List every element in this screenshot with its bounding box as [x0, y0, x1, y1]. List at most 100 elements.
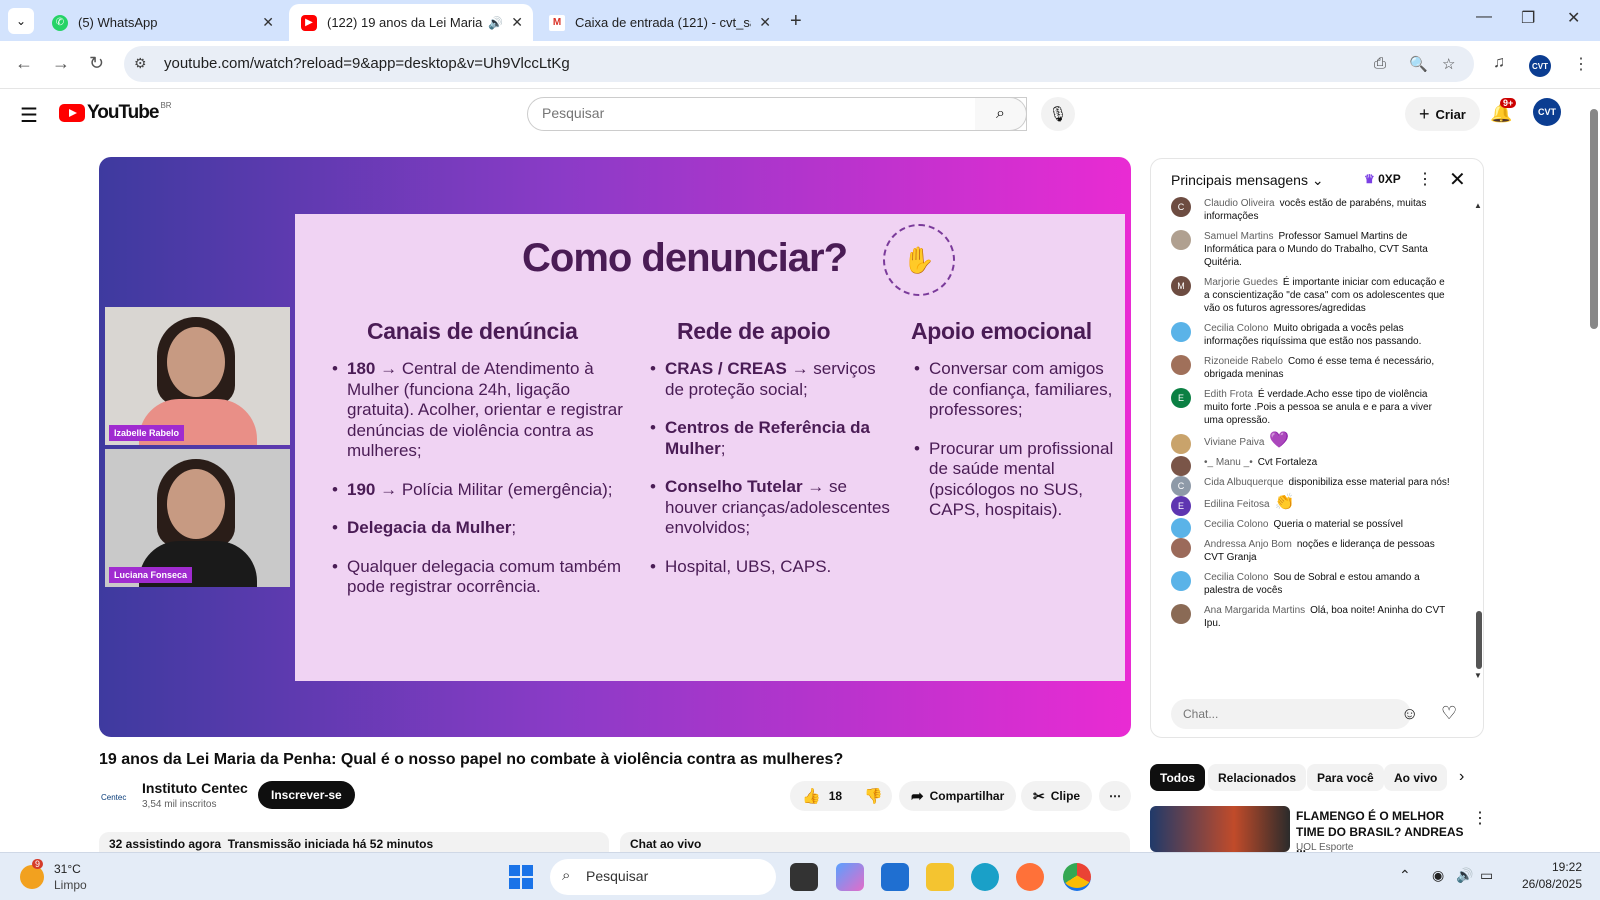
address-bar[interactable]: ⚙ youtube.com/watch?reload=9&app=desktop… [124, 46, 1474, 82]
minimize-icon[interactable]: — [1476, 8, 1492, 26]
chat-mode-dropdown[interactable]: Principais mensagens ⌄ [1171, 172, 1324, 189]
search-box[interactable]: ⌨ [527, 97, 1027, 131]
close-chat-icon[interactable]: ✕ [1449, 167, 1466, 192]
store-icon[interactable] [881, 863, 909, 891]
video-player[interactable]: Como denunciar? ✋ Canais de denúncia 180… [99, 157, 1131, 737]
close-window-icon[interactable]: ✕ [1567, 8, 1580, 28]
chat-message[interactable]: C Cida Albuquerque disponibiliza esse mate… [1151, 476, 1451, 496]
emoji-icon[interactable]: ☺ [1401, 704, 1418, 724]
message-author[interactable]: Samuel Martins [1204, 231, 1273, 242]
chrome-icon[interactable] [1063, 863, 1091, 891]
tray-chevron-icon[interactable]: ⌃ [1399, 867, 1411, 884]
chat-message[interactable]: Cecilia Colono Muito obrigada a vocês pel… [1151, 322, 1451, 348]
message-author[interactable]: Claudio Oliveira [1204, 198, 1275, 209]
back-icon[interactable]: ← [15, 53, 33, 74]
search-button[interactable]: ⌕ [975, 97, 1027, 131]
video-thumbnail[interactable] [1150, 806, 1290, 852]
restore-icon[interactable]: ❐ [1521, 8, 1535, 28]
tab-whatsapp[interactable]: ✆ (5) WhatsApp ✕ [40, 4, 284, 41]
author-avatar[interactable]: E [1171, 496, 1191, 516]
heart-icon[interactable]: ♡ [1441, 703, 1457, 724]
live-chat-replay-box[interactable]: Chat ao vivo [620, 832, 1130, 854]
chat-message[interactable]: E Edith Frota É verdade.Acho esse tipo de … [1151, 388, 1451, 427]
message-author[interactable]: Edilina Feitosa [1204, 499, 1270, 510]
chat-message[interactable]: E Edilina Feitosa 👏 [1151, 495, 1451, 516]
chip-todos[interactable]: Todos [1150, 764, 1206, 791]
chat-message[interactable]: M Marjorie Guedes É importante iniciar com… [1151, 276, 1451, 315]
author-avatar[interactable] [1171, 604, 1191, 624]
close-tab-icon[interactable]: ✕ [262, 14, 274, 31]
youtube-logo[interactable]: YouTube BR [59, 101, 172, 124]
author-avatar[interactable]: E [1171, 388, 1191, 408]
account-avatar[interactable]: CVT [1533, 98, 1561, 126]
chat-options-icon[interactable]: ⋮ [1417, 169, 1433, 189]
profile-avatar[interactable]: CVT [1529, 55, 1551, 77]
message-author[interactable]: •_ Manu _• [1204, 457, 1253, 468]
install-app-icon[interactable]: ⎙ [1374, 55, 1386, 72]
windows-start-icon[interactable] [509, 865, 533, 889]
search-input[interactable] [542, 105, 922, 121]
chat-scrollbar[interactable]: ▲ ▼ [1474, 199, 1483, 685]
speaker-icon[interactable]: 🔊 [488, 16, 503, 30]
chat-message[interactable]: •_ Manu _• Cvt Fortaleza [1151, 456, 1451, 476]
task-view-icon[interactable] [790, 863, 818, 891]
author-avatar[interactable] [1171, 355, 1191, 375]
message-author[interactable]: Marjorie Guedes [1204, 277, 1278, 288]
firefox-icon[interactable] [1016, 863, 1044, 891]
channel-name[interactable]: Instituto Centec [142, 780, 248, 796]
recommended-video[interactable]: FLAMENGO É O MELHOR TIME DO BRASIL? ANDR… [1150, 806, 1488, 855]
chat-message[interactable]: Cecilia Colono Queria o material se possí… [1151, 518, 1451, 538]
tab-search-chevron-icon[interactable]: ⌄ [8, 8, 34, 34]
author-avatar[interactable] [1171, 571, 1191, 591]
subscribe-button[interactable]: Inscrever-se [258, 781, 355, 809]
wifi-icon[interactable]: ◉ [1432, 867, 1444, 884]
chip-relacionados[interactable]: Relacionados [1208, 764, 1307, 791]
author-avatar[interactable]: C [1171, 197, 1191, 217]
new-tab-icon[interactable]: + [790, 10, 802, 33]
author-avatar[interactable] [1171, 230, 1191, 250]
scroll-down-icon[interactable]: ▼ [1474, 671, 1482, 680]
zoom-icon[interactable]: 🔍 [1409, 55, 1428, 73]
author-avatar[interactable] [1171, 434, 1191, 454]
bookmark-star-icon[interactable]: ☆ [1442, 55, 1455, 73]
message-author[interactable]: Cecilia Colono [1204, 323, 1268, 334]
scroll-up-icon[interactable]: ▲ [1474, 201, 1482, 210]
message-author[interactable]: Andressa Anjo Bom [1204, 539, 1292, 550]
thumbs-up-icon[interactable]: 👍 [802, 787, 821, 805]
author-avatar[interactable]: C [1171, 476, 1191, 496]
weather-widget[interactable]: 9 31°C Limpo [20, 859, 110, 895]
more-vertical-icon[interactable]: ⋮ [1472, 808, 1488, 828]
author-avatar[interactable] [1171, 538, 1191, 558]
media-control-icon[interactable]: ♫ [1493, 54, 1505, 72]
tab-youtube[interactable]: ▶ (122) 19 anos da Lei Maria d 🔊 ✕ [289, 4, 533, 41]
chip-para-voce[interactable]: Para você [1307, 764, 1384, 791]
author-avatar[interactable] [1171, 518, 1191, 538]
message-author[interactable]: Rizoneide Rabelo [1204, 356, 1283, 367]
thumbs-down-icon[interactable]: 👎 [864, 787, 883, 805]
battery-icon[interactable]: ▭ [1480, 867, 1493, 884]
chip-ao-vivo[interactable]: Ao vivo [1384, 764, 1448, 791]
chat-message[interactable]: Andressa Anjo Bom noções e liderança de p… [1151, 538, 1451, 564]
notifications-button[interactable]: 🔔 9+ [1490, 98, 1517, 124]
chat-message[interactable]: Cecilia Colono Sou de Sobral e estou aman… [1151, 571, 1451, 597]
xp-badge[interactable]: ♛ 0XP [1364, 172, 1401, 186]
close-tab-icon[interactable]: ✕ [511, 14, 523, 31]
close-tab-icon[interactable]: ✕ [759, 14, 771, 31]
create-button[interactable]: + Criar [1405, 97, 1480, 131]
author-avatar[interactable] [1171, 322, 1191, 342]
forward-icon[interactable]: → [52, 53, 70, 74]
author-avatar[interactable] [1171, 456, 1191, 476]
message-author[interactable]: Edith Frota [1204, 389, 1253, 400]
chat-message[interactable]: Samuel Martins Professor Samuel Martins d… [1151, 230, 1451, 269]
site-info-icon[interactable]: ⚙ [134, 55, 147, 72]
chat-message[interactable]: Ana Margarida Martins Olá, boa noite! Ani… [1151, 604, 1451, 630]
scroll-thumb[interactable] [1476, 611, 1482, 669]
browser-menu-icon[interactable]: ⋮ [1573, 54, 1589, 74]
channel-logo[interactable]: Centec [101, 786, 131, 808]
edge-icon[interactable] [971, 863, 999, 891]
chat-message[interactable]: Rizoneide Rabelo Como é esse tema é neces… [1151, 355, 1451, 381]
voice-search-button[interactable]: 🎙 [1041, 97, 1075, 131]
chat-message[interactable]: C Claudio Oliveira vocês estão de parabéns… [1151, 197, 1451, 223]
message-author[interactable]: Cecilia Colono [1204, 572, 1268, 583]
taskbar-search[interactable]: ⌕ Pesquisar [550, 859, 776, 895]
